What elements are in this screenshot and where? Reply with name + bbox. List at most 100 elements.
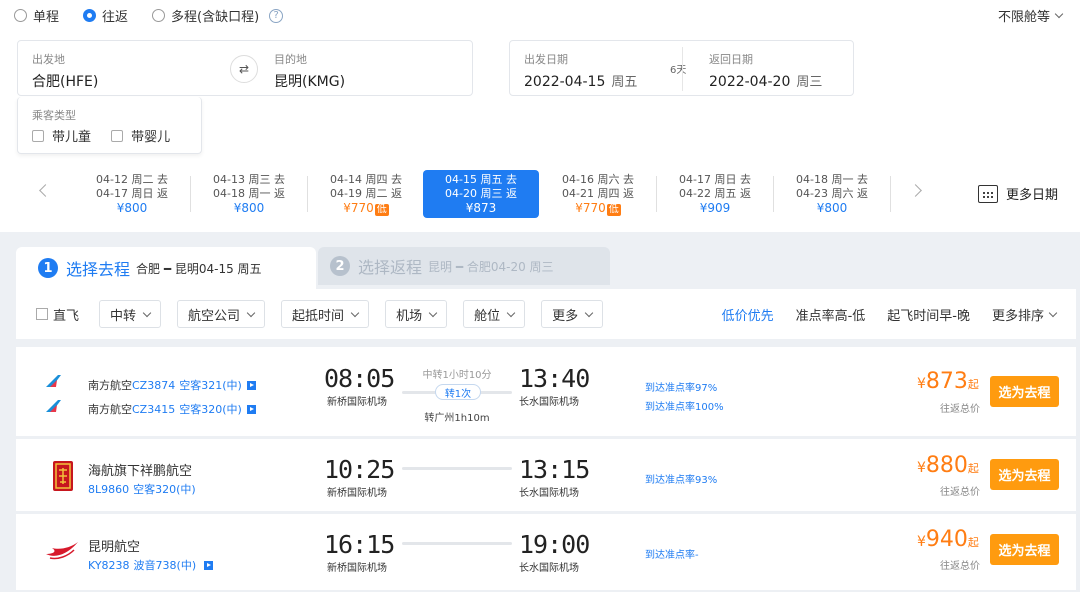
filter-more[interactable]: 更多: [541, 300, 604, 328]
select-outbound-button[interactable]: 选为去程: [990, 459, 1059, 490]
info-icon[interactable]: [204, 560, 214, 570]
swap-button[interactable]: ⇄: [230, 55, 258, 83]
flight-search-page: 单程 往返 多程(含缺口程) ? 不限舱等 出发地 合肥(HFE) 目的地 昆明…: [0, 0, 1080, 592]
help-icon[interactable]: ?: [269, 8, 284, 23]
date-go: 04-13 周三 去: [213, 173, 285, 186]
trip-type-group: 单程 往返 多程(含缺口程) ?: [14, 6, 284, 25]
plane-type[interactable]: 波音738(中): [134, 557, 197, 573]
depart-date-field[interactable]: 出发日期 2022-04-15 周五: [524, 51, 637, 90]
chevron-down-icon: [246, 308, 256, 317]
child-checkbox[interactable]: 带儿童: [32, 126, 91, 145]
sort-more[interactable]: 更多排序: [991, 305, 1058, 324]
date-option[interactable]: 04-16 周六 去 04-21 周四 返 ¥770 低: [540, 170, 656, 218]
passenger-box: 乘客类型 带儿童 带婴儿: [17, 97, 202, 154]
sort-departure[interactable]: 起飞时间早-晚: [887, 305, 970, 324]
checkbox-icon: [32, 129, 44, 142]
cabin-select[interactable]: 不限舱等: [998, 6, 1064, 25]
tab-route: 合肥 ━ 昆明04-15 周五: [136, 261, 262, 276]
to-field[interactable]: 目的地 昆明(KMG): [274, 51, 345, 91]
china-southern-logo-icon: [46, 400, 61, 412]
route-line: [402, 542, 512, 545]
to-label: 目的地: [274, 53, 307, 66]
flight-number[interactable]: 8L9860: [88, 483, 129, 496]
date-option[interactable]: 04-14 周四 去 04-19 周二 返 ¥770 低: [308, 170, 424, 218]
from-label: 出发地: [32, 53, 65, 66]
depart-date: 2022-04-15: [524, 74, 606, 90]
filter-label: 更多: [552, 308, 579, 324]
flight-leg: KY8238 波音738(中): [88, 557, 214, 573]
transfer-duration: 中转1小时10分: [422, 370, 492, 381]
flight-row[interactable]: 南方航空 CZ3874 空客321(中) 南方航空 CZ3415 空客320(中) 08…: [16, 347, 1076, 436]
flight-row[interactable]: 昆明航空 KY8238 波音738(中) 16:15 新桥国际机场 19:00 长…: [16, 514, 1076, 590]
price-value: 940: [925, 527, 968, 552]
date-option-selected[interactable]: 04-15 周五 去 04-20 周三 返 ¥873: [423, 170, 539, 218]
flight-number[interactable]: CZ3415: [132, 403, 175, 416]
from-field[interactable]: 出发地 合肥(HFE): [32, 51, 98, 91]
direct-label: 直飞: [53, 308, 80, 324]
departure-airport: 新桥国际机场: [327, 488, 387, 499]
chevron-down-icon: [1054, 9, 1064, 19]
arrival-time: 13:40: [519, 364, 590, 393]
date-option[interactable]: 04-17 周日 去 04-22 周五 返 ¥909: [657, 170, 773, 218]
trip-type-roundtrip[interactable]: 往返: [83, 6, 128, 25]
filter-cabin[interactable]: 舱位: [463, 300, 526, 328]
more-dates-button[interactable]: 更多日期: [978, 184, 1058, 203]
tab-title: 选择去程: [66, 260, 131, 279]
date-back: 04-20 周三 返: [445, 187, 517, 200]
tab-return[interactable]: 2 选择返程 昆明 ━ 合肥04-20 周三: [318, 247, 610, 285]
tab-route: 昆明 ━ 合肥04-20 周三: [428, 259, 554, 274]
filter-label: 中转: [110, 308, 137, 324]
filter-airline[interactable]: 航空公司: [177, 300, 266, 328]
info-icon[interactable]: [246, 380, 256, 390]
date-back: 04-19 周二 返: [330, 187, 402, 200]
departure-time: 10:25: [324, 455, 395, 484]
tab-outbound[interactable]: 1 选择去程 合肥 ━ 昆明04-15 周五: [16, 247, 316, 289]
chevron-down-icon: [584, 308, 594, 317]
flight-leg: 南方航空 CZ3415 空客320(中): [88, 401, 256, 417]
date-price: ¥770: [343, 201, 374, 215]
plane-type[interactable]: 空客320(中): [133, 481, 196, 497]
flight-number[interactable]: CZ3874: [132, 379, 175, 392]
select-outbound-button[interactable]: 选为去程: [990, 376, 1059, 407]
trip-type-multi[interactable]: 多程(含缺口程): [152, 6, 259, 25]
filter-bar: 直飞 中转 航空公司 起抵时间 机场 舱位 更多 低价优先 准点率高-低 起飞时…: [16, 289, 1076, 339]
date-strip: 04-12 周二 去 04-17 周日 返 ¥800 04-13 周三 去 04…: [30, 170, 1080, 218]
sort-ontime[interactable]: 准点率高-低: [796, 305, 866, 324]
filter-transfer[interactable]: 中转: [99, 300, 162, 328]
date-price: ¥800: [116, 201, 148, 215]
return-date-field[interactable]: 返回日期 2022-04-20 周三: [709, 51, 822, 90]
filter-time[interactable]: 起抵时间: [281, 300, 370, 328]
sort-price[interactable]: 低价优先: [722, 305, 774, 324]
airline-name: 昆明航空: [88, 540, 141, 555]
swap-icon: ⇄: [238, 62, 250, 76]
date-option[interactable]: 04-12 周二 去 04-17 周日 返 ¥800: [74, 170, 190, 218]
return-week: 周三: [796, 75, 823, 90]
flight-leg: 8L9860 空客320(中): [88, 481, 196, 497]
filter-airport[interactable]: 机场: [385, 300, 448, 328]
price-value: 873: [925, 369, 968, 394]
trip-type-oneway[interactable]: 单程: [14, 6, 59, 25]
price-note: 往返总价: [940, 404, 980, 415]
direct-checkbox[interactable]: 直飞: [36, 305, 79, 324]
ontime-rate: 到达准点率93%: [645, 475, 718, 486]
select-outbound-button[interactable]: 选为去程: [990, 534, 1059, 565]
route-line: [402, 467, 512, 470]
infant-checkbox[interactable]: 带婴儿: [111, 126, 170, 145]
plane-type[interactable]: 空客320(中): [179, 401, 242, 417]
airline-name: 南方航空: [88, 403, 132, 416]
sort-more-label: 更多排序: [991, 308, 1044, 324]
departure-time: 16:15: [324, 530, 395, 559]
price-suffix: 起: [967, 462, 979, 475]
chevron-down-icon: [506, 308, 516, 317]
low-price-badge: 低: [606, 204, 621, 216]
info-icon[interactable]: [246, 404, 256, 414]
date-option[interactable]: 04-13 周三 去 04-18 周一 返 ¥800: [191, 170, 307, 218]
arrival-airport: 长水国际机场: [519, 397, 579, 408]
child-label: 带儿童: [52, 130, 92, 145]
plane-type[interactable]: 空客321(中): [179, 377, 242, 393]
date-back: 04-21 周四 返: [562, 187, 634, 200]
date-option[interactable]: 04-18 周一 去 04-23 周六 返 ¥800: [774, 170, 890, 218]
flight-row[interactable]: 海航旗下祥鹏航空 8L9860 空客320(中) 10:25 新桥国际机场 13:…: [16, 439, 1076, 511]
flight-number[interactable]: KY8238: [88, 559, 130, 572]
currency-symbol: ¥: [917, 460, 926, 476]
